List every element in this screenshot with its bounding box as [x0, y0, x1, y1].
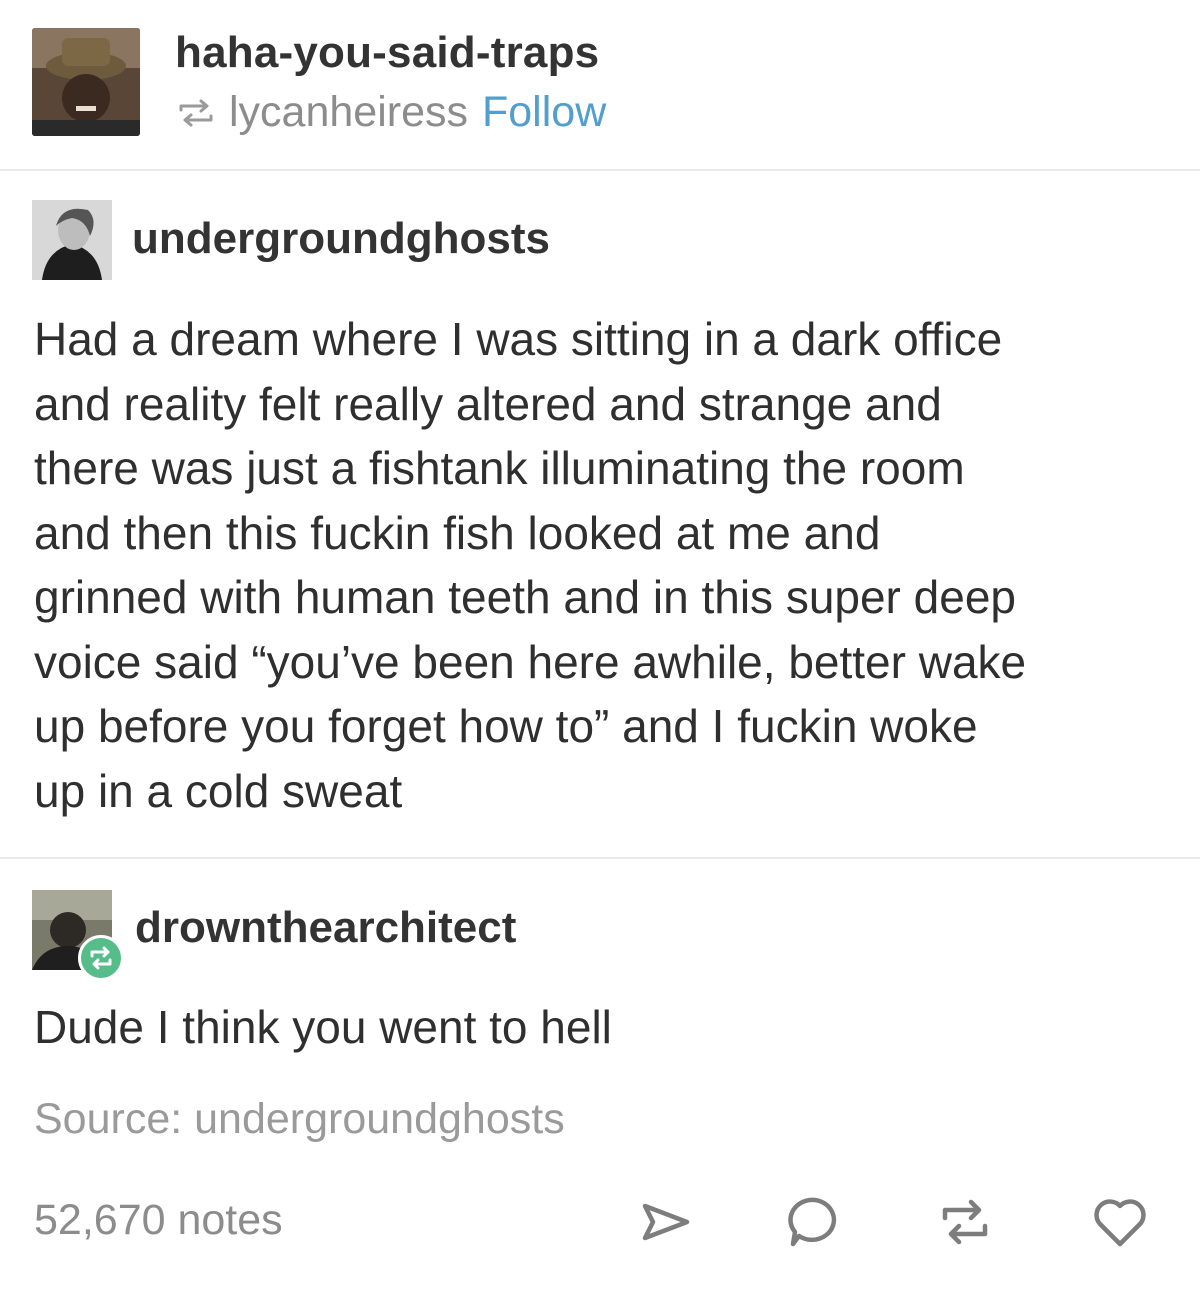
- reblog-icon[interactable]: [935, 1192, 995, 1252]
- reblog-small-icon: [179, 99, 213, 126]
- username-link[interactable]: undergroundghosts: [132, 214, 550, 264]
- user-avatar-icon[interactable]: [32, 200, 112, 280]
- post-text-line: and reality felt really altered and stra…: [34, 377, 942, 430]
- like-heart-icon[interactable]: [1090, 1192, 1150, 1252]
- notes-count[interactable]: 52,670 notes: [34, 1196, 283, 1245]
- reblog-source-line: lycanheiress Follow: [175, 88, 606, 137]
- post-text-line: Dude I think you went to hell: [34, 1001, 612, 1053]
- post-author: drownthearchitect: [135, 903, 516, 953]
- user-avatar-icon[interactable]: [32, 28, 140, 136]
- reblogged-from-link[interactable]: lycanheiress: [229, 88, 468, 137]
- post-header: haha-you-said-traps lycanheiress Follow: [0, 0, 1200, 170]
- post-text-line: up in a cold sweat: [34, 764, 403, 817]
- reply-icon[interactable]: [785, 1192, 845, 1252]
- reblog-badge-icon: [78, 935, 124, 981]
- post-text-line: there was just a fishtank illuminating t…: [34, 442, 965, 494]
- post-text-line: Had a dream where I was sitting in a dar…: [34, 313, 1003, 365]
- share-icon[interactable]: [635, 1192, 695, 1252]
- source-link[interactable]: Source: undergroundghosts: [34, 1095, 565, 1144]
- divider: [0, 169, 1200, 171]
- post-body: Dude I think you went to hell: [34, 995, 1174, 1060]
- blog-name-link[interactable]: haha-you-said-traps: [175, 28, 599, 78]
- post-text-line: grinned with human teeth and in this sup…: [34, 571, 1016, 623]
- follow-button[interactable]: Follow: [482, 88, 606, 137]
- divider: [0, 857, 1200, 859]
- post-text-line: up before you forget how to” and I fucki…: [34, 700, 978, 752]
- post-body: Had a dream where I was sitting in a dar…: [34, 307, 1174, 823]
- username-link[interactable]: drownthearchitect: [135, 903, 516, 953]
- post-text-line: and then this fuckin fish looked at me a…: [34, 506, 881, 559]
- post-author: undergroundghosts: [132, 214, 550, 264]
- post-footer: 52,670 notes: [0, 1170, 1200, 1270]
- post-text-line: voice said “you’ve been here awhile, bet…: [34, 635, 1027, 688]
